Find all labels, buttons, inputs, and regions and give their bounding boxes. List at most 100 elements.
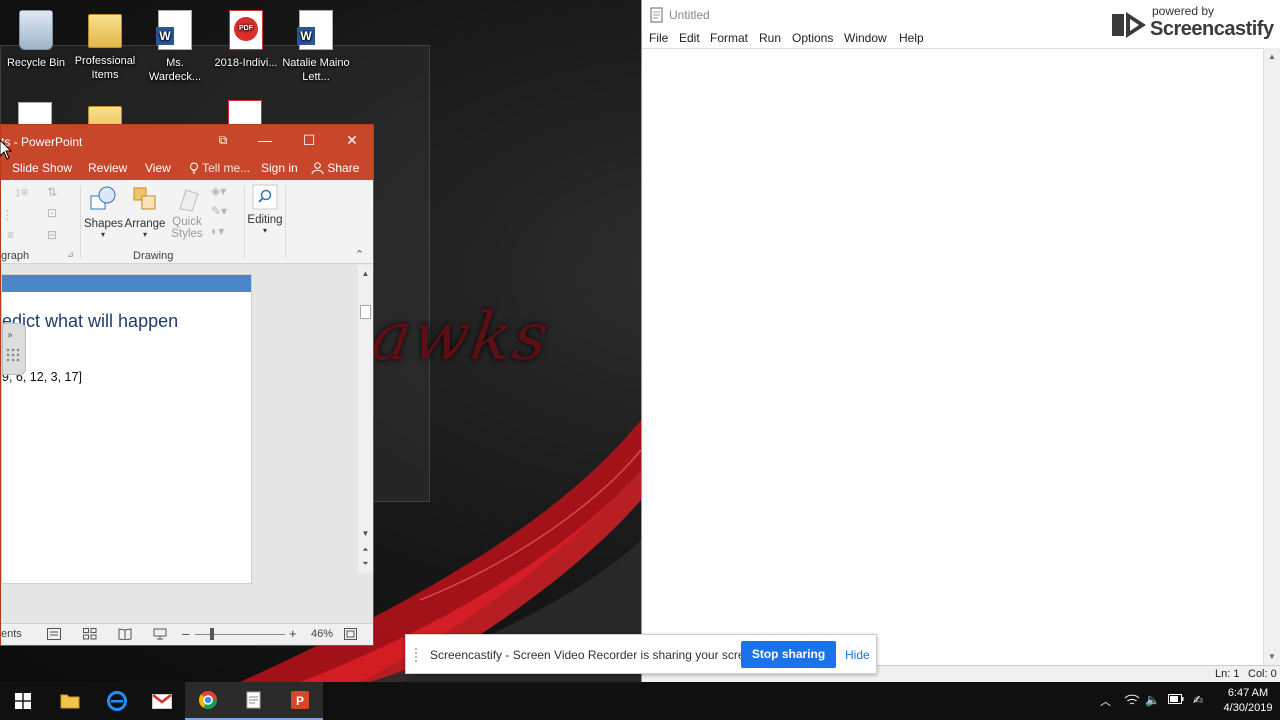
- minimize-button[interactable]: —: [243, 125, 287, 156]
- menu-options[interactable]: Options: [792, 31, 833, 45]
- editing-button[interactable]: Editing ▾: [247, 184, 283, 235]
- close-button[interactable]: ✕: [330, 125, 373, 156]
- slide-editing-area[interactable]: edict what will happen 9, 6, 12, 3, 17] …: [1, 265, 373, 620]
- normal-view-icon[interactable]: [47, 628, 61, 643]
- magnifier-icon: [252, 184, 278, 210]
- share-button[interactable]: Share: [311, 161, 359, 175]
- gripper-icon: »: [6, 330, 20, 362]
- desktop-icon-recycle-bin[interactable]: Recycle Bin: [0, 10, 72, 70]
- taskbar-gmail[interactable]: [139, 682, 185, 720]
- powerpoint-window[interactable]: ts - PowerPoint ⧉ — ☐ ✕ Slide Show Revie…: [0, 124, 374, 646]
- hide-button[interactable]: Hide: [845, 648, 870, 662]
- shape-fill-icon[interactable]: ◈▾: [211, 184, 226, 198]
- tab-slide-show[interactable]: Slide Show: [12, 161, 72, 175]
- line-number: Ln: 1: [1215, 668, 1240, 680]
- ribbon-tabs: Slide Show Review View Tell me... Sign i…: [1, 156, 373, 180]
- taskbar-notepad[interactable]: [231, 682, 277, 720]
- dialog-launcher-icon[interactable]: ⊿: [67, 250, 74, 259]
- scroll-up-icon[interactable]: ▲: [1268, 52, 1276, 61]
- menu-format[interactable]: Format: [710, 31, 748, 45]
- menu-edit[interactable]: Edit: [679, 31, 700, 45]
- sign-in-link[interactable]: Sign in: [261, 161, 298, 175]
- tab-review[interactable]: Review: [88, 161, 127, 175]
- next-slide-icon[interactable]: ⏷: [358, 559, 373, 569]
- previous-slide-icon[interactable]: ⏶: [358, 545, 373, 555]
- shape-outline-icon[interactable]: ✎▾: [211, 204, 227, 218]
- shape-effects-icon[interactable]: ◐▾: [211, 224, 224, 238]
- powered-by-text: powered by: [1152, 4, 1215, 18]
- touch-handle[interactable]: »: [2, 323, 26, 375]
- tab-view[interactable]: View: [145, 161, 171, 175]
- stop-sharing-button[interactable]: Stop sharing: [741, 641, 836, 668]
- desktop-icon-ms-wardeck[interactable]: W Ms. Wardeck...: [139, 10, 211, 84]
- line-spacing-icon[interactable]: ↨≡: [15, 185, 28, 199]
- drag-handle[interactable]: [415, 648, 420, 662]
- editing-label: Editing: [247, 214, 283, 226]
- menu-run[interactable]: Run: [759, 31, 781, 45]
- text-direction-icon[interactable]: ⇅: [47, 185, 57, 199]
- desktop-icon-professional-items[interactable]: Professional Items: [69, 10, 141, 82]
- smartart-icon[interactable]: ⊟: [47, 228, 57, 242]
- start-button[interactable]: [0, 682, 46, 720]
- quick-styles-button[interactable]: Quick Styles: [166, 184, 208, 240]
- status-comments[interactable]: ents: [1, 628, 22, 640]
- volume-icon[interactable]: 🔈: [1145, 693, 1160, 707]
- editor-title: Untitled: [669, 8, 710, 22]
- ribbon-display-options-icon[interactable]: ⧉: [201, 125, 245, 156]
- screen-sharing-bar[interactable]: Screencastify - Screen Video Recorder is…: [405, 634, 877, 674]
- svg-text:P: P: [296, 694, 304, 708]
- editor-window[interactable]: Untitled powered by Screencastify File E…: [641, 0, 1280, 682]
- editor-vertical-scrollbar[interactable]: ▲ ▼: [1263, 48, 1280, 665]
- share-label: Share: [327, 161, 360, 175]
- quick-styles-label-2: Styles: [171, 228, 203, 240]
- shapes-button[interactable]: Shapes ▾: [84, 184, 123, 239]
- align-icon[interactable]: ⋮: [1, 208, 13, 222]
- zoom-slider-thumb[interactable]: [210, 628, 214, 640]
- lightbulb-icon: [190, 162, 198, 174]
- scrollbar-thumb[interactable]: [360, 305, 371, 319]
- zoom-slider[interactable]: [195, 634, 285, 635]
- scroll-up-icon[interactable]: ▲: [358, 269, 373, 278]
- zoom-in-button[interactable]: +: [289, 626, 297, 641]
- pen-icon[interactable]: ✍: [1193, 693, 1203, 707]
- reading-view-icon[interactable]: [118, 628, 132, 643]
- show-hidden-icons-icon[interactable]: ︿: [1100, 693, 1111, 709]
- fit-to-window-icon[interactable]: [344, 628, 357, 643]
- powerpoint-titlebar[interactable]: ts - PowerPoint ⧉ — ☐ ✕: [1, 125, 373, 156]
- scroll-down-icon[interactable]: ▼: [358, 529, 373, 538]
- wallpaper-text: awks: [366, 298, 556, 375]
- tell-me-box[interactable]: Tell me...: [189, 161, 250, 175]
- recycle-bin-icon: [19, 10, 53, 50]
- folder-icon: [60, 694, 80, 709]
- menu-help[interactable]: Help: [899, 31, 924, 45]
- taskbar-file-explorer[interactable]: [47, 682, 93, 720]
- slide-canvas[interactable]: edict what will happen 9, 6, 12, 3, 17] …: [1, 274, 252, 584]
- desktop-icon-natalie-maino[interactable]: W Natalie Maino Lett...: [280, 10, 352, 84]
- editor-titlebar[interactable]: Untitled powered by Screencastify: [642, 0, 1280, 40]
- menu-window[interactable]: Window: [844, 31, 887, 45]
- menu-file[interactable]: File: [649, 31, 668, 45]
- scroll-down-icon[interactable]: ▼: [1268, 652, 1276, 661]
- slide-heading[interactable]: edict what will happen: [2, 311, 178, 332]
- slide-vertical-scrollbar[interactable]: ▲ ▼ ⏶ ⏷: [358, 265, 373, 573]
- zoom-out-button[interactable]: –: [182, 626, 189, 641]
- taskbar-chrome[interactable]: [185, 682, 231, 720]
- battery-icon[interactable]: [1168, 693, 1184, 707]
- maximize-button[interactable]: ☐: [287, 125, 331, 156]
- notepad-icon: [246, 691, 261, 709]
- collapse-ribbon-icon[interactable]: ⌃: [355, 248, 364, 261]
- arrange-button[interactable]: Arrange ▾: [124, 184, 166, 239]
- taskbar-edge[interactable]: [94, 682, 140, 720]
- align-text-icon[interactable]: ⊡: [47, 206, 57, 220]
- arrange-label: Arrange: [124, 218, 166, 230]
- slideshow-icon[interactable]: [153, 628, 167, 643]
- taskbar-clock[interactable]: 6:47 AM 4/30/2019: [1218, 686, 1278, 716]
- editor-text-area[interactable]: [642, 48, 1264, 665]
- desktop-icon-2018-indivi[interactable]: PDF 2018-Indivi...: [210, 10, 282, 70]
- pdf-document-icon: PDF: [229, 10, 263, 50]
- zoom-level[interactable]: 46%: [311, 628, 333, 640]
- taskbar-powerpoint[interactable]: P: [277, 682, 323, 720]
- justify-icon[interactable]: ≡: [7, 228, 14, 242]
- slide-sorter-icon[interactable]: [83, 628, 97, 643]
- network-icon[interactable]: [1124, 693, 1140, 710]
